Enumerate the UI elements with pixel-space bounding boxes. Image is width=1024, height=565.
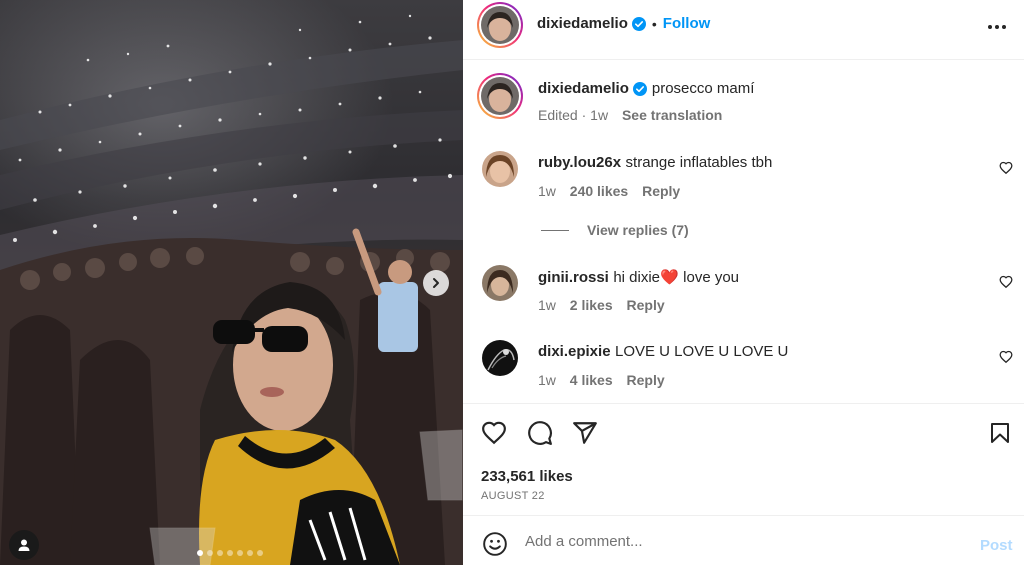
carousel-dot <box>207 550 213 556</box>
tagged-users-button[interactable] <box>9 530 39 560</box>
comment-text-start: hi dixie <box>613 269 661 286</box>
edited-label: Edited <box>538 107 578 123</box>
comment-text: LOVE U LOVE U LOVE U <box>615 343 789 360</box>
carousel-dot <box>197 550 203 556</box>
commenter-avatar[interactable] <box>482 265 518 301</box>
comment-text: strange inflatables tbh <box>625 154 773 171</box>
caption-time[interactable]: 1w <box>590 107 608 123</box>
verified-badge-icon <box>632 81 647 96</box>
comment-likes[interactable]: 240 likes <box>570 183 628 199</box>
action-bar: 233,561 likes AUGUST 22 <box>463 403 1024 516</box>
heart-icon[interactable] <box>999 275 1013 289</box>
avatar-image <box>481 6 519 44</box>
heart-icon[interactable] <box>481 420 507 446</box>
header-separator: • <box>651 15 657 32</box>
comments-list[interactable]: dixiedamelio prosecco mamí Edited · 1w S… <box>463 60 1024 403</box>
comment-input[interactable] <box>525 529 955 553</box>
comment-username[interactable]: ginii.rossi <box>538 269 609 286</box>
follow-button[interactable]: Follow <box>663 15 711 32</box>
next-media-button[interactable] <box>423 270 449 296</box>
carousel-dot <box>217 550 223 556</box>
verified-badge-icon <box>631 16 646 31</box>
comment-likes[interactable]: 4 likes <box>570 372 613 388</box>
bookmark-icon[interactable] <box>988 420 1012 446</box>
commenter-avatar[interactable] <box>482 151 518 187</box>
comment-text-end: love you <box>683 269 740 286</box>
carousel-dot <box>227 550 233 556</box>
carousel-dot <box>247 550 253 556</box>
concert-photo <box>0 0 463 565</box>
meta-separator: · <box>581 107 587 123</box>
post-media[interactable] <box>0 0 463 565</box>
paper-plane-icon[interactable] <box>572 420 598 446</box>
carousel-indicator <box>197 550 263 556</box>
smiley-icon[interactable] <box>482 531 508 557</box>
comment-likes[interactable]: 2 likes <box>570 297 613 313</box>
see-translation-link[interactable]: See translation <box>622 107 722 123</box>
caption-avatar[interactable] <box>477 73 523 119</box>
author-username[interactable]: dixiedamelio <box>537 15 628 32</box>
post-header: dixiedamelio • Follow <box>463 0 1024 60</box>
comment-bubble-icon[interactable] <box>527 420 553 446</box>
comment-time[interactable]: 1w <box>538 297 556 313</box>
more-horizontal-icon[interactable] <box>987 17 1007 37</box>
carousel-dot <box>257 550 263 556</box>
heart-icon[interactable] <box>999 161 1013 175</box>
comment-username[interactable]: ruby.lou26x <box>538 154 621 171</box>
carousel-dot <box>237 550 243 556</box>
post-panel: dixiedamelio • Follow dixiedamelio prose… <box>463 0 1024 565</box>
post-date[interactable]: AUGUST 22 <box>481 490 545 502</box>
comment-time[interactable]: 1w <box>538 183 556 199</box>
heart-emoji: ❤️ <box>660 269 679 286</box>
comment-username[interactable]: dixi.epixie <box>538 343 611 360</box>
reply-button[interactable]: Reply <box>627 372 665 388</box>
commenter-avatar[interactable] <box>482 340 518 376</box>
caption-username[interactable]: dixiedamelio <box>538 80 629 97</box>
avatar-image <box>481 77 519 115</box>
replies-divider <box>541 229 569 231</box>
caption-text: prosecco mamí <box>651 80 755 97</box>
reply-button[interactable]: Reply <box>642 183 680 199</box>
view-replies-label: View replies (7) <box>587 222 689 238</box>
likes-count[interactable]: 233,561 likes <box>481 468 573 485</box>
heart-icon[interactable] <box>999 350 1013 364</box>
comment-time[interactable]: 1w <box>538 372 556 388</box>
user-tag-icon <box>18 539 30 551</box>
post-comment-button[interactable]: Post <box>980 537 1013 554</box>
author-avatar[interactable] <box>477 2 523 48</box>
chevron-right-icon <box>433 278 439 288</box>
view-replies-button[interactable]: View replies (7) <box>541 222 689 238</box>
reply-button[interactable]: Reply <box>627 297 665 313</box>
add-comment-bar: Post <box>463 516 1024 565</box>
